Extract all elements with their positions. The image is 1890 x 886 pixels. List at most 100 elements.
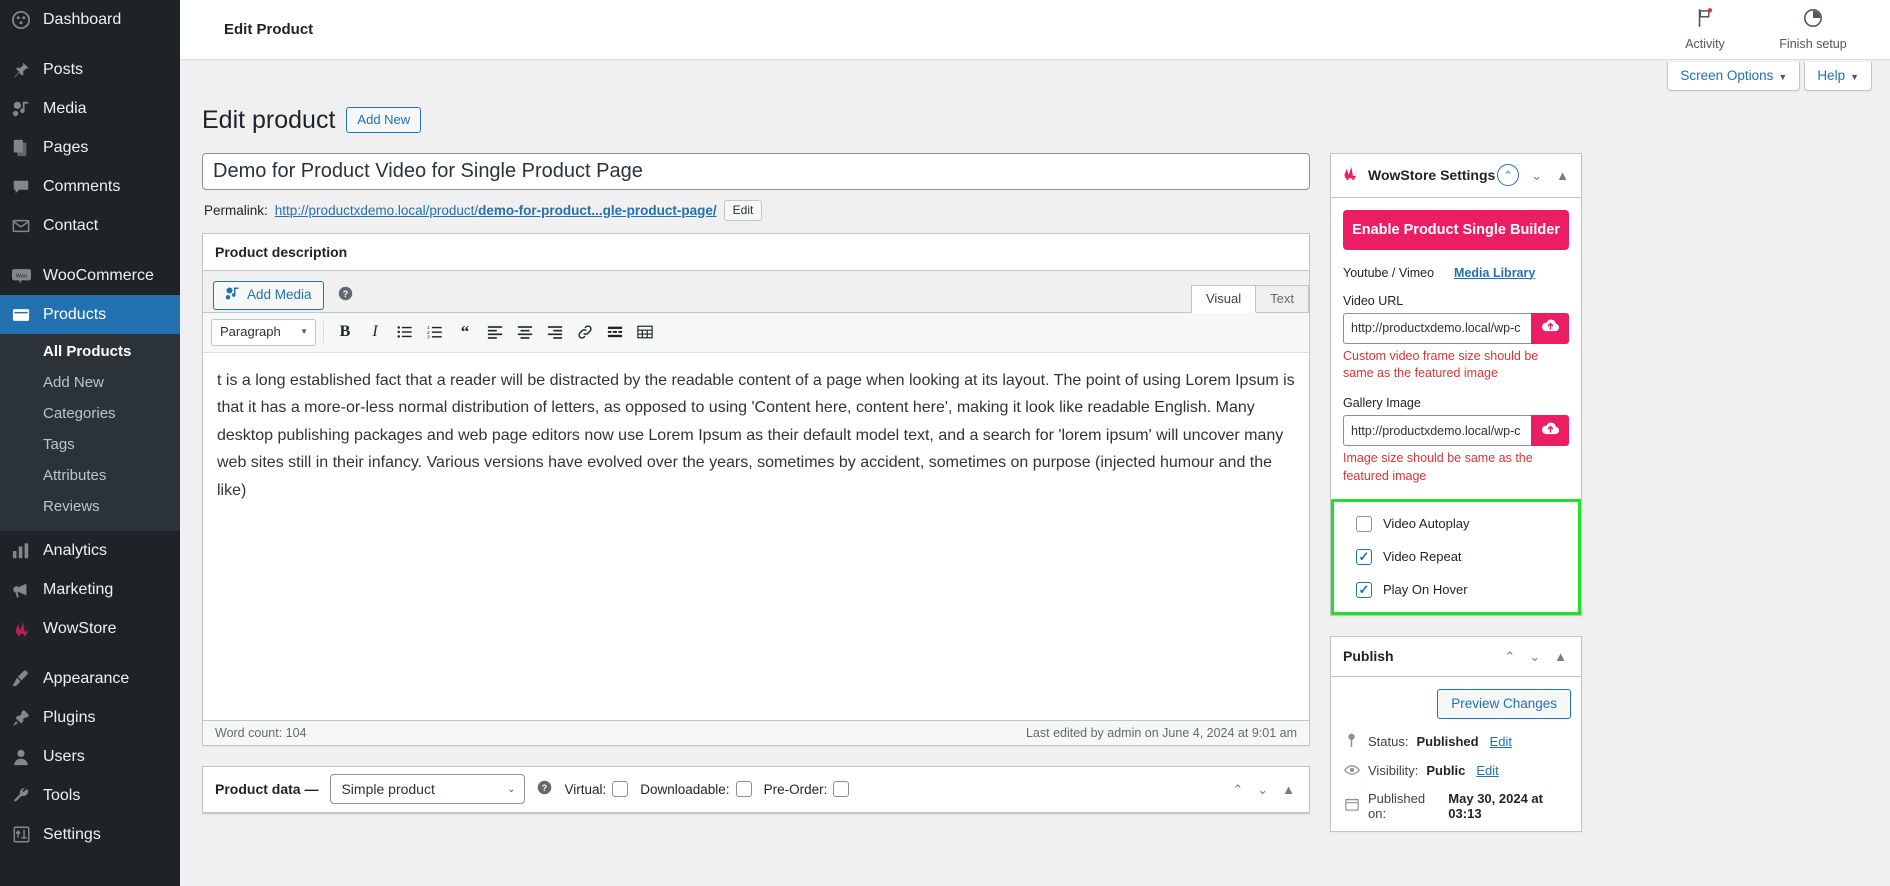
collapse-highlight-icon[interactable]: ⌃ [1497,164,1520,186]
help-icon[interactable]: ? [338,286,353,305]
editor-content-area[interactable]: t is a long established fact that a read… [203,352,1309,720]
permalink-link[interactable]: http://productxdemo.local/product/demo-f… [275,203,717,218]
sidebar-subitem-categories[interactable]: Categories [0,398,180,429]
bulleted-list-icon[interactable] [391,319,419,346]
finish-setup-button[interactable]: Finish setup [1776,8,1850,51]
product-type-select[interactable]: Simple product ⌄ [330,774,526,804]
play-on-hover-row[interactable]: Play On Hover [1356,581,1566,598]
sidebar-item-label: Comments [43,177,121,195]
align-center-icon[interactable] [511,319,539,346]
move-down-icon[interactable]: ⌄ [1527,648,1542,665]
sidebar-item-settings[interactable]: Settings [0,815,180,854]
downloadable-checkbox-row[interactable]: Downloadable: [640,781,752,797]
sidebar-subitem-attributes[interactable]: Attributes [0,460,180,491]
blockquote-icon[interactable]: “ [451,319,479,346]
plug-icon [10,709,32,727]
toggle-panel-icon[interactable]: ▲ [1552,648,1569,665]
read-more-icon[interactable] [601,319,629,346]
align-left-icon[interactable] [481,319,509,346]
video-autoplay-row[interactable]: Video Autoplay [1356,515,1566,532]
sidebar-item-contact[interactable]: Contact [0,206,180,245]
page-header: Edit product Add New [202,104,1872,137]
bold-icon[interactable]: B [331,319,359,346]
virtual-label: Virtual: [564,781,607,797]
sidebar-item-dashboard[interactable]: Dashboard [0,0,180,39]
activity-button[interactable]: Activity [1668,8,1742,51]
sidebar-item-posts[interactable]: Posts [0,50,180,89]
italic-icon[interactable]: I [361,319,389,346]
preorder-checkbox-row[interactable]: Pre-Order: [764,781,850,797]
screen-options-button[interactable]: Screen Options ▼ [1667,62,1801,91]
link-icon[interactable] [571,319,599,346]
visibility-edit-link[interactable]: Edit [1476,763,1498,778]
move-up-icon[interactable]: ⌃ [1502,648,1517,665]
tab-visual[interactable]: Visual [1190,284,1257,313]
permalink-edit-button[interactable]: Edit [723,199,763,221]
help-icon[interactable]: ? [537,780,552,799]
sidebar-subitem-tags[interactable]: Tags [0,429,180,460]
sidebar-item-marketing[interactable]: Marketing [0,570,180,609]
menu-separator [0,648,180,659]
video-autoplay-checkbox[interactable] [1356,515,1372,532]
preorder-checkbox[interactable] [833,781,850,797]
enable-product-single-builder-button[interactable]: Enable Product Single Builder [1343,209,1569,250]
video-repeat-checkbox[interactable] [1356,548,1372,565]
email-icon [10,217,32,235]
sidebar-item-media[interactable]: Media [0,89,180,128]
video-url-upload-button[interactable] [1531,312,1569,344]
add-media-button[interactable]: Add Media [213,280,324,310]
megaphone-icon [10,581,32,599]
toggle-panel-icon[interactable]: ▲ [1280,781,1297,798]
move-down-icon[interactable]: ⌄ [1255,781,1270,798]
status-edit-link[interactable]: Edit [1490,734,1512,749]
published-on-value: May 30, 2024 at 03:13 [1448,790,1543,821]
align-right-icon[interactable] [541,319,569,346]
sidebar-item-woocommerce[interactable]: Woo WooCommerce [0,256,180,295]
editor-toolbar: Paragraph ▼ B I 123 “ [203,312,1309,353]
sidebar-subitem-all-products[interactable]: All Products [0,336,180,367]
add-new-button[interactable]: Add New [346,107,422,134]
sidebar-item-appearance[interactable]: Appearance [0,659,180,698]
visibility-row: Visibility: Public Edit [1341,757,1571,785]
virtual-checkbox[interactable] [612,781,629,797]
video-url-input[interactable] [1343,312,1531,344]
downloadable-checkbox[interactable] [735,781,752,797]
product-title-input[interactable] [202,152,1310,190]
wowstore-settings-header: WowStore Settings ⌃ ⌄ ▲ [1331,154,1581,198]
sidebar-item-plugins[interactable]: Plugins [0,698,180,737]
last-edited: Last edited by admin on June 4, 2024 at … [1025,725,1297,740]
product-description-header: Product description [203,234,1309,271]
format-select[interactable]: Paragraph ▼ [211,318,316,346]
post-layout: Permalink: http://productxdemo.local/pro… [202,152,1872,852]
sidebar-item-comments[interactable]: Comments [0,167,180,206]
tab-youtube-vimeo[interactable]: Youtube / Vimeo [1343,266,1434,282]
tab-text[interactable]: Text [1255,284,1309,312]
play-on-hover-checkbox[interactable] [1356,581,1372,598]
sidebar-subitem-add-new[interactable]: Add New [0,367,180,398]
toggle-panel-icon[interactable]: ▲ [1554,167,1571,184]
gallery-image-input[interactable] [1343,415,1531,446]
numbered-list-icon[interactable]: 123 [421,319,449,346]
sidebar-item-products[interactable]: Products [0,295,180,334]
cloud-upload-icon [1541,421,1560,441]
virtual-checkbox-row[interactable]: Virtual: [564,781,629,797]
sidebar-item-users[interactable]: Users [0,737,180,776]
woocommerce-header: Edit Product Activity Finish setup [180,0,1890,60]
sidebar-item-pages[interactable]: Pages [0,128,180,167]
editor-mode-tabs: Visual Text [1190,284,1309,313]
sidebar-item-label: WooCommerce [43,266,154,284]
move-down-icon[interactable]: ⌄ [1529,167,1544,184]
gallery-image-upload-button[interactable] [1531,415,1569,446]
sidebar-subitem-reviews[interactable]: Reviews [0,491,180,522]
sidebar-item-tools[interactable]: Tools [0,776,180,815]
move-up-icon[interactable]: ⌃ [1230,781,1245,798]
video-repeat-row[interactable]: Video Repeat [1356,548,1566,565]
tab-media-library[interactable]: Media Library [1454,266,1535,282]
help-button[interactable]: Help ▼ [1804,62,1872,91]
breadcrumb: Edit Product [224,21,314,38]
sidebar-item-analytics[interactable]: Analytics [0,531,180,570]
preview-changes-button[interactable]: Preview Changes [1437,688,1571,719]
sidebar-item-wowstore[interactable]: WowStore [0,609,180,648]
toolbar-toggle-icon[interactable] [631,319,659,346]
settings-icon [10,826,32,843]
